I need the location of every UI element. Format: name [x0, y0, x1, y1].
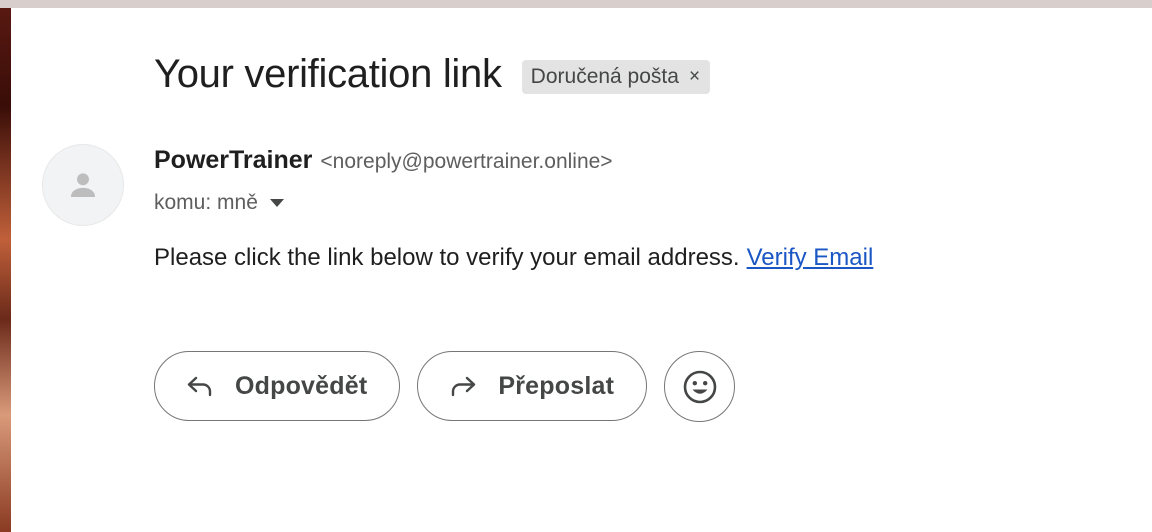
message-actions: Odpovědět Přeposlat: [154, 351, 736, 422]
recipient-label: komu: mně: [154, 191, 258, 214]
add-reaction-button[interactable]: [664, 351, 736, 422]
reply-icon: [187, 376, 212, 397]
email-body: Please click the link below to verify yo…: [154, 244, 873, 272]
chevron-down-icon[interactable]: [269, 199, 284, 207]
emoji-icon: [683, 370, 716, 403]
sender-avatar[interactable]: [42, 144, 124, 226]
remove-label-icon[interactable]: ×: [689, 67, 700, 86]
label-chip-inbox[interactable]: Doručená pošta ×: [521, 59, 711, 94]
email-body-text: Please click the link below to verify yo…: [154, 244, 740, 271]
sender-row: PowerTrainer <noreply@powertrainer.onlin…: [154, 146, 613, 175]
email-view: Your verification link Doručená pošta × …: [11, 8, 1152, 532]
sender-address: <noreply@powertrainer.online>: [320, 150, 613, 173]
reply-button[interactable]: Odpovědět: [154, 351, 401, 421]
reply-label: Odpovědět: [235, 371, 368, 400]
top-window-edge: [0, 0, 1152, 8]
verify-email-link[interactable]: Verify Email: [747, 244, 874, 271]
forward-icon: [452, 376, 476, 397]
email-subject: Your verification link: [154, 52, 502, 96]
forward-button[interactable]: Přeposlat: [417, 351, 648, 421]
recipient-details-toggle[interactable]: komu: mně: [154, 191, 284, 215]
label-chip-text: Doručená pošta: [530, 64, 679, 88]
person-icon: [70, 173, 96, 198]
subject-row: Your verification link Doručená pošta ×: [154, 52, 711, 97]
forward-label: Přeposlat: [498, 371, 615, 400]
sender-name[interactable]: PowerTrainer: [154, 146, 312, 175]
background-wallpaper-strip: [0, 0, 11, 532]
